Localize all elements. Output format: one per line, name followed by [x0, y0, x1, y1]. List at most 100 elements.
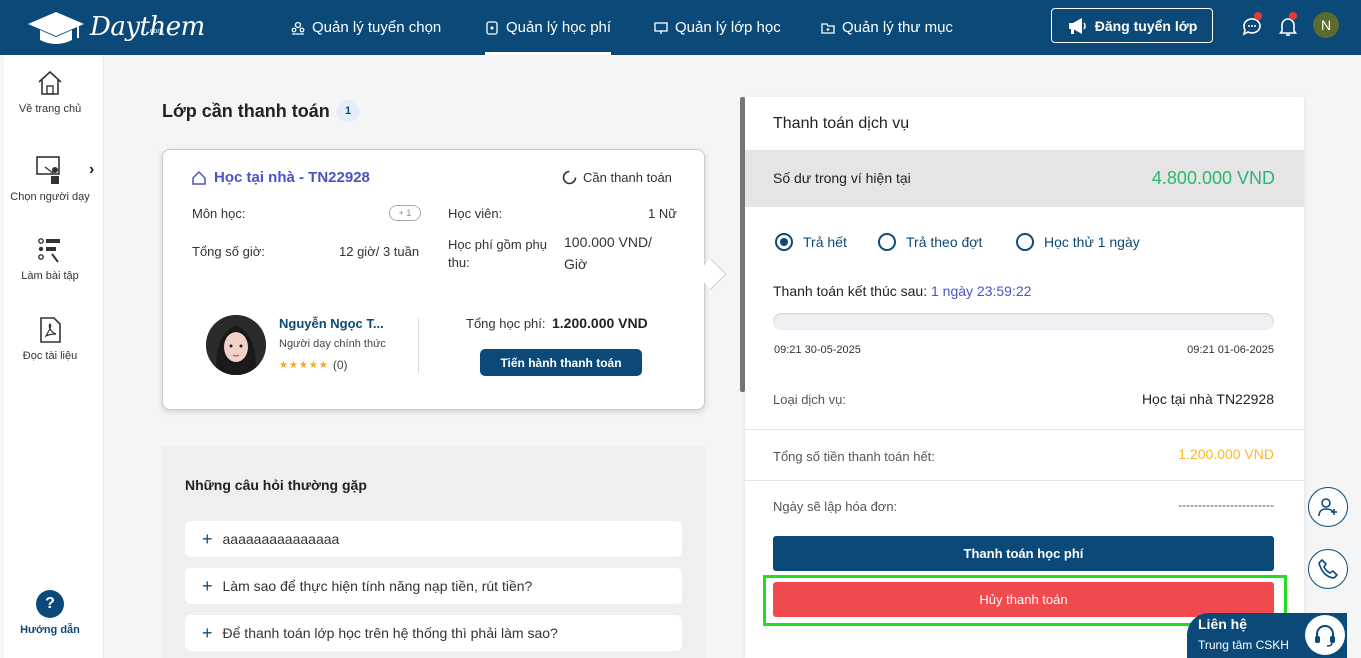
card-total-value: 1.200.000 VND — [552, 315, 648, 331]
student-label: Học viên: — [448, 206, 503, 221]
end-time: 09:21 01-06-2025 — [1187, 344, 1274, 356]
add-user-button[interactable] — [1308, 487, 1348, 527]
faq-title: Những câu hỏi thường gặp — [185, 477, 367, 493]
radio-button — [1016, 233, 1034, 251]
deadline-label: Thanh toán kết thúc sau: — [773, 283, 928, 299]
sidebar-item-label: Đọc tài liệu — [22, 350, 78, 362]
option-pay-installment[interactable]: Trả theo đợt — [878, 233, 982, 251]
radio-button — [878, 233, 896, 251]
faq-item[interactable]: + Để thanh toán lớp học trên hệ thống th… — [185, 615, 682, 651]
bell-notification-dot — [1289, 12, 1297, 20]
user-avatar[interactable]: N — [1313, 12, 1339, 38]
total-pay-label: Tổng số tiền thanh toán hết: — [773, 449, 935, 464]
total-pay-value: 1.200.000 VND — [1178, 446, 1274, 462]
call-button[interactable] — [1308, 549, 1348, 589]
sidebar-item-help[interactable]: ? Hướng dẫn — [0, 590, 100, 636]
nav-tab-recruitment[interactable]: Quản lý tuyển chọn — [291, 0, 441, 55]
radio-button — [775, 233, 793, 251]
faq-item[interactable]: + aaaaaaaaaaaaaaa — [185, 521, 682, 557]
sidebar-item-label: Làm bài tập — [21, 270, 79, 282]
brand-domain: .com — [148, 28, 164, 35]
contact-support-widget[interactable]: Liên hệ Trung tâm CSKH — [1187, 613, 1347, 658]
class-title[interactable]: Học tại nhà - TN22928 — [191, 169, 370, 186]
home-icon — [38, 70, 62, 95]
help-icon: ? — [36, 590, 64, 618]
nav-tab-folders[interactable]: Quản lý thư mục — [821, 0, 953, 55]
sidebar-item-documents[interactable]: Đọc tài liệu — [0, 316, 100, 362]
start-time: 09:21 30-05-2025 — [774, 344, 861, 356]
status-text: Cần thanh toán — [583, 170, 672, 185]
deadline-progress-bar — [773, 313, 1274, 330]
sidebar-item-choose-teacher[interactable]: Chọn người dạy — [0, 155, 100, 203]
divider — [745, 480, 1304, 481]
plus-icon: + — [202, 622, 213, 643]
graduation-cap-icon — [28, 12, 84, 44]
contact-subtitle: Trung tâm CSKH — [1198, 638, 1289, 652]
deadline-countdown: 1 ngày 23:59:22 — [931, 283, 1032, 299]
option-label: Trả hết — [803, 234, 847, 250]
subject-label: Môn học: — [192, 206, 246, 221]
help-label: Hướng dẫn — [20, 624, 80, 636]
sidebar-item-exercises[interactable]: Làm bài tập — [0, 236, 100, 282]
student-value: 1 Nữ — [648, 206, 677, 221]
checklist-icon — [38, 238, 60, 263]
tutor-name[interactable]: Nguyễn Ngọc T... — [279, 316, 384, 331]
nav-tab-tuition[interactable]: Quản lý học phí — [485, 0, 612, 55]
service-label: Loại dịch vụ: — [773, 392, 846, 407]
pay-tuition-button[interactable]: Thanh toán học phí — [773, 536, 1274, 571]
people-icon — [291, 21, 305, 35]
faq-question: aaaaaaaaaaaaaaa — [222, 531, 340, 547]
sidebar-item-home[interactable]: Về trang chủ — [0, 69, 100, 115]
brand-logo[interactable]: Daythem — [26, 8, 205, 46]
balance-label: Số dư trong ví hiện tại — [773, 170, 911, 186]
nav-tab-label: Quản lý lớp học — [675, 19, 781, 36]
star-rating-icon: ★★★★★ — [279, 359, 329, 371]
option-label: Trả theo đợt — [906, 234, 983, 250]
extra-fee-value: 100.000 VND/ Giờ — [564, 234, 652, 272]
teacher-icon — [36, 156, 60, 184]
service-value: Học tại nhà TN22928 — [1141, 391, 1274, 407]
sidebar-item-label: Chọn người dạy — [10, 191, 90, 203]
class-title-text: Học tại nhà - TN22928 — [214, 169, 370, 186]
brand-name: Daythem — [90, 12, 205, 42]
hours-value: 12 giờ/ 3 tuần — [339, 244, 420, 259]
balance-value: 4.800.000 VND — [1151, 168, 1275, 188]
nav-tab-label: Quản lý học phí — [506, 19, 612, 36]
divider — [418, 318, 419, 373]
tutor-role: Người dạy chính thức — [279, 338, 386, 350]
nav-tab-label: Quản lý thư mục — [842, 19, 953, 36]
plus-icon: + — [202, 528, 213, 549]
card-total-label: Tổng học phí: — [466, 316, 546, 331]
chat-notification-dot — [1254, 12, 1262, 20]
invoice-date-label: Ngày sẽ lập hóa đơn: — [773, 499, 898, 514]
phone-icon — [1318, 558, 1339, 579]
headset-icon — [1305, 615, 1345, 655]
extra-fee-label: Học phí gồm phụ thu: — [448, 237, 548, 270]
chevron-right-icon[interactable]: › — [89, 161, 94, 179]
megaphone-icon — [1068, 17, 1086, 34]
option-trial-day[interactable]: Học thử 1 ngày — [1016, 233, 1140, 251]
panel-title: Thanh toán dịch vụ — [773, 115, 910, 132]
nav-tab-label: Quản lý tuyển chọn — [312, 19, 442, 36]
board-icon — [654, 21, 668, 34]
divider — [745, 429, 1304, 430]
deadline-text: Thanh toán kết thúc sau: 1 ngày 23:59:22 — [773, 283, 1031, 299]
payment-status: Cần thanh toán — [562, 170, 672, 185]
faq-question: Làm sao để thực hiện tính năng nạp tiền,… — [222, 578, 533, 594]
option-pay-full[interactable]: Trả hết — [775, 233, 847, 251]
house-icon — [192, 170, 206, 185]
pdf-file-icon — [40, 317, 61, 343]
nav-tab-classes[interactable]: Quản lý lớp học — [654, 0, 781, 55]
loading-icon — [562, 170, 577, 185]
faq-item[interactable]: + Làm sao để thực hiện tính năng nạp tiề… — [185, 568, 682, 604]
add-user-icon — [1318, 498, 1337, 517]
subject-more-badge[interactable]: + 1 — [389, 205, 421, 221]
wallet-icon — [486, 20, 498, 35]
tutor-avatar[interactable] — [206, 315, 266, 375]
post-class-button[interactable]: Đăng tuyển lớp — [1051, 8, 1213, 43]
folder-icon — [821, 22, 835, 34]
hours-label: Tổng số giờ: — [192, 244, 265, 259]
count-badge: 1 — [337, 100, 359, 122]
proceed-payment-button[interactable]: Tiến hành thanh toán — [480, 349, 642, 376]
invoice-date-value: ------------------------ — [1178, 498, 1274, 512]
